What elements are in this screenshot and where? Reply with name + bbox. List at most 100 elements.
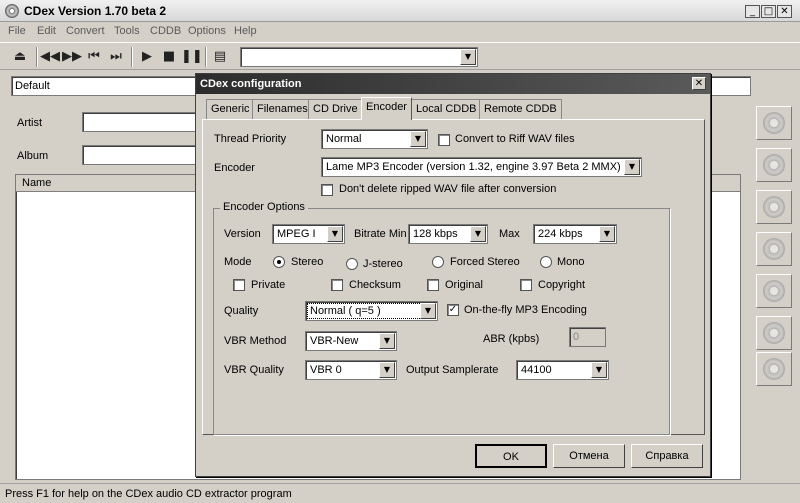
tab-cd-drive[interactable]: CD Drive xyxy=(308,99,363,119)
maximize-button[interactable]: □ xyxy=(761,5,776,18)
title-bar: CDex Version 1.70 beta 2 _ □ ✕ xyxy=(0,0,800,22)
cd-extract-icon xyxy=(763,112,785,134)
version-label: Version xyxy=(224,228,261,240)
quality-select[interactable]: Normal ( q=5 ) ▼ xyxy=(305,301,438,321)
extract-partial-button[interactable] xyxy=(756,190,792,224)
chevron-down-icon: ▼ xyxy=(460,49,476,65)
previous-track-icon[interactable]: ⏮ xyxy=(84,48,104,66)
chevron-down-icon: ▼ xyxy=(624,159,640,175)
convert-wav-button[interactable] xyxy=(756,232,792,266)
waveform-icon xyxy=(763,238,785,260)
cd-app-icon xyxy=(5,4,19,18)
riff-checkbox[interactable] xyxy=(438,134,450,146)
settings-button[interactable] xyxy=(756,352,792,386)
chevron-down-icon: ▼ xyxy=(379,362,395,378)
bitrate-min-select[interactable]: 128 kbps ▼ xyxy=(408,224,488,244)
vbr-quality-select[interactable]: VBR 0 ▼ xyxy=(305,360,397,380)
name-column-header[interactable]: Name xyxy=(22,177,51,189)
eject-icon[interactable]: ⏏ xyxy=(10,48,30,66)
album-label: Album xyxy=(17,150,49,162)
rewind-icon[interactable]: ◀◀ xyxy=(40,48,60,66)
dont-delete-checkbox[interactable] xyxy=(321,184,333,196)
thread-priority-label: Thread Priority xyxy=(214,133,287,145)
track-combo[interactable]: ▼ xyxy=(240,47,478,67)
dialog-title: CDex configuration xyxy=(200,78,302,90)
mode-stereo-label: Stereo xyxy=(291,256,324,268)
cd-partial-icon xyxy=(763,196,785,218)
chevron-down-icon: ▼ xyxy=(410,131,426,147)
menu-bar: File Edit Convert Tools CDDB Options Hel… xyxy=(0,22,800,41)
copyright-label: Copyright xyxy=(538,279,586,291)
tab-encoder[interactable]: Encoder xyxy=(361,97,412,120)
checksum-label: Checksum xyxy=(349,279,401,291)
original-checkbox[interactable] xyxy=(427,279,439,291)
chevron-down-icon: ▼ xyxy=(591,362,607,378)
private-checkbox[interactable] xyxy=(233,279,245,291)
onthefly-label: On-the-fly MP3 Encoding xyxy=(464,304,587,316)
original-label: Original xyxy=(445,279,483,291)
convert-mp3-button[interactable] xyxy=(756,274,792,308)
tab-generic[interactable]: Generic xyxy=(206,99,255,119)
cddb-button[interactable] xyxy=(756,316,792,350)
menu-edit[interactable]: Edit xyxy=(37,25,56,37)
play-icon[interactable]: ▶ xyxy=(137,48,157,66)
private-label: Private xyxy=(251,279,286,291)
menu-tools[interactable]: Tools xyxy=(114,25,140,37)
stop-icon[interactable]: ■ xyxy=(159,48,179,66)
mode-mono-radio[interactable] xyxy=(540,256,552,268)
minimize-button[interactable]: _ xyxy=(745,5,760,18)
tab-remote-cddb[interactable]: Remote CDDB xyxy=(479,99,562,119)
encoder-select[interactable]: Lame MP3 Encoder (version 1.32, engine 3… xyxy=(321,157,642,177)
mode-label: Mode xyxy=(224,256,252,268)
cddb-icon xyxy=(763,322,785,344)
menu-convert[interactable]: Convert xyxy=(66,25,105,37)
album-input[interactable] xyxy=(82,145,202,165)
menu-file[interactable]: File xyxy=(8,25,26,37)
cd-info-icon[interactable]: ▤ xyxy=(210,48,230,66)
dialog-close-icon[interactable]: ✕ xyxy=(692,77,706,90)
artist-input[interactable] xyxy=(82,112,202,132)
next-track-icon[interactable]: ⏭ xyxy=(106,48,126,66)
menu-help[interactable]: Help xyxy=(234,25,257,37)
tab-filenames[interactable]: Filenames xyxy=(252,99,313,119)
abr-input[interactable]: 0 xyxy=(569,327,606,347)
ok-button[interactable]: OK xyxy=(475,444,547,468)
pause-icon[interactable]: ❚❚ xyxy=(181,48,203,66)
copyright-checkbox[interactable] xyxy=(520,279,532,291)
mode-jstereo-radio[interactable] xyxy=(346,258,358,270)
dont-delete-label: Don't delete ripped WAV file after conve… xyxy=(339,183,557,195)
samplerate-select[interactable]: 44100 ▼ xyxy=(516,360,609,380)
status-bar: Press F1 for help on the CDex audio CD e… xyxy=(0,483,800,503)
checksum-checkbox[interactable] xyxy=(331,279,343,291)
bitrate-max-select[interactable]: 224 kbps ▼ xyxy=(533,224,617,244)
version-select[interactable]: MPEG I ▼ xyxy=(272,224,345,244)
extract-tracks-button[interactable] xyxy=(756,148,792,182)
chevron-down-icon: ▼ xyxy=(379,333,395,349)
mode-mono-label: Mono xyxy=(557,256,585,268)
quality-label: Quality xyxy=(224,305,259,317)
close-button[interactable]: ✕ xyxy=(777,5,792,18)
mode-forced-stereo-label: Forced Stereo xyxy=(450,256,520,268)
menu-options[interactable]: Options xyxy=(188,25,226,37)
help-button[interactable]: Справка xyxy=(631,444,703,468)
menu-cddb[interactable]: CDDB xyxy=(150,25,181,37)
thread-priority-select[interactable]: Normal ▼ xyxy=(321,129,428,149)
extract-button[interactable] xyxy=(756,106,792,140)
toolbar: ⏏ ◀◀ ▶▶ ⏮ ⏭ ▶ ■ ❚❚ ▤ ▼ xyxy=(0,42,800,70)
chevron-down-icon: ▼ xyxy=(470,226,486,242)
fast-forward-icon[interactable]: ▶▶ xyxy=(62,48,82,66)
tab-local-cddb[interactable]: Local CDDB xyxy=(411,99,482,119)
artist-label: Artist xyxy=(17,117,43,129)
chevron-down-icon: ▼ xyxy=(327,226,343,242)
window-title: CDex Version 1.70 beta 2 xyxy=(24,4,167,18)
riff-label: Convert to Riff WAV files xyxy=(455,133,575,145)
waveform-convert-icon xyxy=(763,280,785,302)
mode-forced-stereo-radio[interactable] xyxy=(432,256,444,268)
mode-stereo-radio[interactable] xyxy=(273,256,285,268)
cancel-button[interactable]: Отмена xyxy=(553,444,625,468)
onthefly-checkbox[interactable]: ✓ xyxy=(447,304,459,316)
group-title: Encoder Options xyxy=(220,201,308,213)
bitrate-min-label: Bitrate Min xyxy=(354,228,407,240)
max-label: Max xyxy=(499,228,520,240)
vbr-method-select[interactable]: VBR-New ▼ xyxy=(305,331,397,351)
